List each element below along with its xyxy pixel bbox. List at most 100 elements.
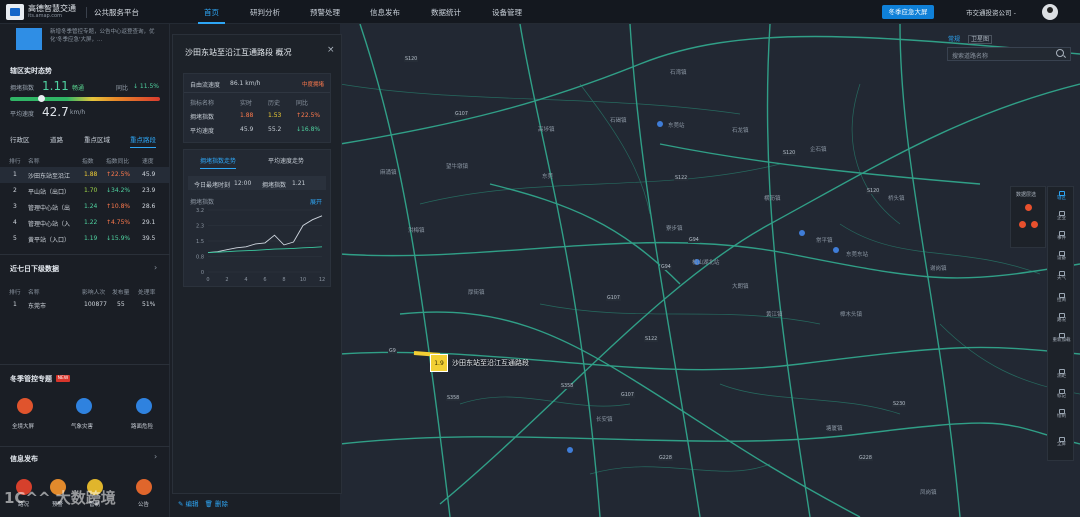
speed-label: 平均速度: [10, 111, 35, 118]
brand-logo[interactable]: [6, 4, 24, 20]
table-row[interactable]: 2 平山站（出口） 1.70 ↓34.2% 23.9: [0, 183, 170, 199]
y-tick-label: 2.3: [196, 224, 204, 230]
release-notice-icon[interactable]: [136, 479, 152, 495]
congestion-gauge: [10, 97, 160, 101]
map-type-tabs: 常规 卫星图: [948, 34, 992, 44]
closure-layer-icon[interactable]: [1031, 221, 1038, 228]
metric-speed-realtime: 45.9: [240, 126, 254, 133]
road-number-label: G9: [388, 349, 397, 354]
expand-link[interactable]: 展开: [310, 197, 322, 206]
row-speed: 45.9: [142, 171, 156, 178]
series-line-0: [207, 215, 323, 254]
table-row[interactable]: 1 东莞市 100877 55 51%: [0, 297, 170, 313]
tool-weather[interactable]: 天气: [1048, 269, 1075, 287]
road-danger-icon[interactable]: [136, 398, 152, 414]
tool-enterprise[interactable]: 企业: [1048, 209, 1075, 227]
chevron-right-icon[interactable]: ›: [154, 263, 157, 272]
nav-statistics[interactable]: 数据统计: [431, 7, 461, 18]
road-search-input[interactable]: 搜索道路名称: [947, 47, 1071, 61]
row-rank: 2: [13, 187, 17, 194]
tab-speed-trend[interactable]: 平均速度走势: [268, 156, 304, 165]
tool-pull[interactable]: 拉简: [1048, 291, 1075, 309]
chevron-right-icon[interactable]: ›: [154, 452, 157, 461]
layer-title: 数据层选: [1016, 192, 1037, 198]
road-number-label: S120: [782, 151, 797, 156]
notice-text[interactable]: 新增冬季管控专题，公告中心返登查询，优化'冬季应急'大屏，...: [50, 28, 160, 44]
nav-analysis[interactable]: 研判分析: [250, 7, 280, 18]
tab-road[interactable]: 道路: [50, 134, 63, 144]
big-screen-icon[interactable]: [17, 398, 33, 414]
nav-warning[interactable]: 预警处理: [310, 7, 340, 18]
quick-big-screen[interactable]: 全境大屏: [12, 422, 34, 430]
notice-arrow-icon: [16, 28, 42, 50]
col-yoy: 同比: [296, 100, 309, 107]
divider: [0, 254, 170, 255]
table-row[interactable]: 5 黄平站（入口） 1.19 ↓15.9% 39.5: [0, 231, 170, 247]
tool-device[interactable]: 设备: [1048, 249, 1075, 267]
tool-reload[interactable]: 重新加载: [1048, 331, 1075, 349]
chart-label: 拥堵指数: [190, 199, 215, 206]
station-marker[interactable]: [799, 230, 805, 236]
col-name: 名称: [28, 159, 40, 165]
place-label: 大朗镇: [732, 284, 749, 290]
place-label: 寮步镇: [666, 226, 683, 232]
tab-district[interactable]: 行政区: [10, 134, 30, 144]
row-name: 黄平站（入口）: [28, 237, 71, 244]
avatar[interactable]: [1042, 4, 1058, 20]
edit-icon[interactable]: ✎: [178, 500, 183, 508]
row-yoy: ↓34.2%: [106, 187, 131, 194]
compare-label: 同比: [116, 85, 129, 92]
panel-title: 沙田东站至沿江互通路段 概况: [185, 48, 292, 57]
alert-layer-icon[interactable]: [1025, 204, 1032, 211]
nav-device[interactable]: 设备管理: [492, 7, 522, 18]
tab-key-section[interactable]: 重点路段: [130, 134, 156, 148]
tool-measure[interactable]: 测距: [1048, 367, 1075, 385]
station-marker[interactable]: [567, 447, 573, 453]
tool-event[interactable]: 事件: [1048, 229, 1075, 247]
col-realtime: 实时: [240, 100, 253, 107]
tool-fullscreen[interactable]: 全屏: [1048, 435, 1075, 453]
tab-normal-map[interactable]: 常规: [948, 36, 960, 43]
tab-satellite-map[interactable]: 卫星图: [967, 35, 992, 44]
divider: [0, 364, 170, 365]
speed-value: 42.7: [42, 105, 69, 119]
table-row[interactable]: 4 管理中心站（入 1.22 ↑4.75% 29.1: [0, 215, 170, 231]
winter-emergency-button[interactable]: 冬季应急大屏: [882, 5, 934, 19]
release-notice[interactable]: 公告: [138, 500, 149, 508]
x-tick-label: 12: [319, 277, 325, 283]
tool-mark[interactable]: 标记: [1048, 387, 1075, 405]
y-tick-label: 0.8: [196, 255, 204, 261]
road-callout[interactable]: 1.9 沙田东站至沿江互通路段: [430, 354, 542, 372]
metric-speed-yoy: ↓16.8%: [296, 126, 321, 133]
table-row[interactable]: 1 沙田东站至沿江 1.88 ↑22.5% 45.9: [0, 167, 170, 183]
table-row[interactable]: 3 管理中心站（出 1.24 ↑10.8% 28.6: [0, 199, 170, 215]
quick-weather[interactable]: 气象灾害: [71, 422, 93, 430]
map-canvas[interactable]: S120 石湾镇 石碣镇 东莞站 石龙镇 高埗镇 G107 S120 企石镇 望牛墩镇 麻涌镇 东莞 S…: [340, 24, 1080, 517]
company-dropdown[interactable]: 市交通投资公司 -: [966, 7, 1016, 17]
nav-info-release[interactable]: 信息发布: [370, 7, 400, 18]
search-icon[interactable]: [1056, 49, 1064, 57]
quick-road-danger[interactable]: 路面危险: [131, 422, 153, 430]
close-icon[interactable]: ×: [327, 45, 335, 55]
metric-index-yoy: ↑22.5%: [296, 112, 321, 119]
delete-button[interactable]: 删除: [215, 500, 228, 508]
tool-district[interactable]: 辖区: [1048, 189, 1075, 207]
row-rank: 3: [13, 203, 17, 210]
trash-icon[interactable]: 🗑: [205, 500, 213, 508]
col-count: 发布量: [112, 290, 130, 296]
nav-home[interactable]: 首页: [198, 7, 225, 24]
edit-button[interactable]: 编辑: [186, 500, 199, 508]
tool-traffic[interactable]: 路况: [1048, 311, 1075, 329]
place-label: 凤岗镇: [920, 490, 937, 496]
row-yoy: ↓15.9%: [106, 235, 131, 242]
station-marker[interactable]: [833, 247, 839, 253]
tool-draw[interactable]: 绘制: [1048, 407, 1075, 425]
incident-layer-icon[interactable]: [1019, 221, 1026, 228]
tab-index-trend[interactable]: 拥堵指数走势: [200, 156, 237, 169]
metric-index-realtime: 1.88: [240, 112, 254, 119]
index-label: 拥堵指数: [10, 85, 35, 92]
trend-box: 拥堵指数走势 平均速度走势 今日最堵时刻 12:00 拥堵指数 1.21 拥堵指…: [183, 149, 331, 287]
tab-key-area[interactable]: 重点区域: [84, 134, 110, 144]
weather-icon[interactable]: [76, 398, 92, 414]
station-marker[interactable]: [657, 121, 663, 127]
